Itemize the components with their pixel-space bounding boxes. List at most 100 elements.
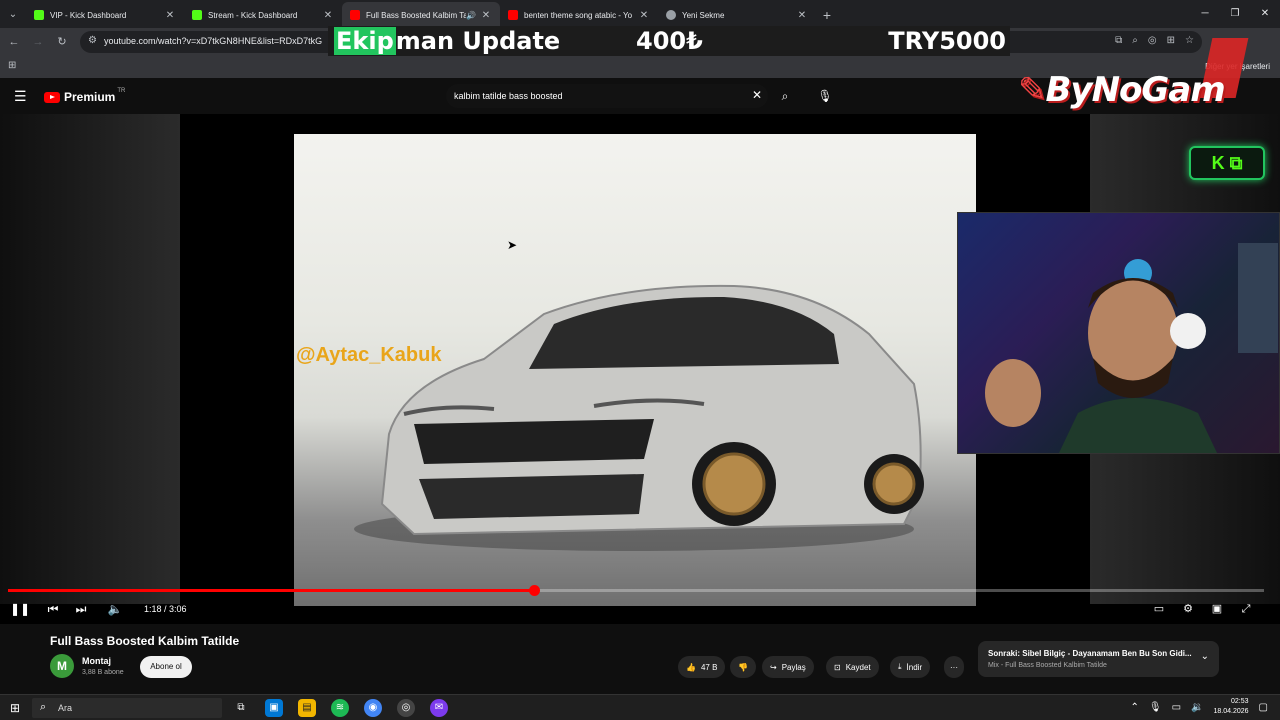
photos-app-icon[interactable]: ▣ <box>265 699 283 717</box>
goal-target-amount: TRY5000 <box>888 27 1006 55</box>
share-button[interactable]: ↪ Paylaş <box>762 656 814 678</box>
install-app-icon[interactable]: ⧉ <box>1115 35 1122 46</box>
settings-icon[interactable]: ⚙ <box>1179 600 1197 618</box>
up-next-subtitle: Mix - Full Bass Boosted Kalbim Tatilde <box>988 662 1107 669</box>
like-button[interactable]: 👍 47 B <box>678 656 726 678</box>
search-query: kalbim tatilde bass boosted <box>454 91 563 101</box>
up-next-card[interactable]: Sonraki: Sibel Bilgiç - Dayanamam Ben Bu… <box>978 641 1219 677</box>
thumbs-down-icon: 👎 <box>738 662 748 672</box>
kick-logo: K ⧉ <box>1189 146 1265 180</box>
window-controls: ─ ❐ ✕ <box>1190 0 1280 28</box>
windows-start-icon[interactable]: ⊞ <box>10 701 20 715</box>
close-tab-icon[interactable]: ✕ <box>638 10 650 21</box>
tab-title: Stream - Kick Dashboard <box>208 10 298 20</box>
microphone-icon[interactable]: 🎙 <box>812 84 838 108</box>
save-button[interactable]: ⊡ Kaydet <box>826 656 879 678</box>
tab-youtube-active[interactable]: Full Bass Boosted Kalbim Ta 🔊 ✕ <box>342 2 500 28</box>
download-button[interactable]: ⤓ İndir <box>890 656 931 678</box>
theater-mode-icon[interactable]: ▣ <box>1208 600 1226 618</box>
up-next-title: Sonraki: Sibel Bilgiç - Dayanamam Ben Bu… <box>988 649 1192 658</box>
previous-icon[interactable]: ⏮ <box>44 600 62 618</box>
close-tab-icon[interactable]: ✕ <box>322 10 334 21</box>
reload-icon[interactable]: ↻ <box>54 34 70 50</box>
video-frame[interactable] <box>294 134 976 606</box>
search-icon: ⌕ <box>40 701 47 713</box>
clear-search-icon[interactable]: ✕ <box>752 88 762 102</box>
taskbar-search[interactable]: ⌕ Ara <box>32 698 222 718</box>
channel-name[interactable]: Montaj <box>82 656 111 666</box>
tab-new[interactable]: Yeni Sekme ✕ <box>658 2 816 28</box>
eye-off-icon[interactable]: ◎ <box>1148 35 1157 46</box>
close-tab-icon[interactable]: ✕ <box>796 10 808 21</box>
chrome-icon[interactable]: ◉ <box>364 699 382 717</box>
time-display: 1:18 / 3:06 <box>144 604 187 614</box>
tab-title: benten theme song atabic - Yo <box>524 10 633 20</box>
clock[interactable]: 02:53 18.04.2026 <box>1214 697 1249 717</box>
clock-date: 18.04.2026 <box>1213 708 1249 715</box>
save-label: Kaydet <box>845 662 871 672</box>
minimize-icon[interactable]: ─ <box>1190 0 1220 28</box>
tab-search-button[interactable]: ⌄ <box>0 0 26 28</box>
new-tab-icon[interactable]: + <box>816 2 838 28</box>
ambient-left <box>0 114 180 604</box>
download-icon: ⤓ <box>898 662 902 671</box>
file-explorer-icon[interactable]: ▤ <box>298 699 316 717</box>
streamer-illustration <box>985 243 1278 453</box>
tray-expand-icon[interactable]: ⌃ <box>1131 702 1139 713</box>
dislike-button[interactable]: 👎 <box>730 656 756 678</box>
mic-tray-icon[interactable]: 🎙 <box>1149 702 1162 713</box>
translate-icon[interactable]: ⊞ <box>1167 35 1175 46</box>
like-count: 47 B <box>700 662 718 672</box>
pause-icon[interactable]: ❚❚ <box>10 600 30 618</box>
taskbar-search-placeholder: Ara <box>58 703 73 713</box>
car-illustration <box>354 284 924 551</box>
share-icon: ↪ <box>770 662 777 672</box>
back-icon[interactable]: ← <box>6 34 22 50</box>
seek-bar[interactable] <box>8 585 1264 596</box>
chevron-down-icon[interactable]: ⌄ <box>1201 651 1209 662</box>
search-icon[interactable]: ⌕ <box>772 84 798 108</box>
apps-grid-icon[interactable]: ⊞ <box>8 60 16 71</box>
bookmark-star-icon[interactable]: ☆ <box>1185 35 1194 46</box>
forward-icon[interactable]: → <box>30 34 46 50</box>
youtube-favicon-icon <box>350 10 360 20</box>
fullscreen-icon[interactable]: ⤢ <box>1237 600 1255 618</box>
zoom-icon[interactable]: ⌕ <box>1132 35 1138 46</box>
site-info-icon[interactable]: ⚙ <box>88 35 97 46</box>
network-icon[interactable]: ▭ <box>1172 702 1181 713</box>
obs-icon[interactable]: ◎ <box>397 699 415 717</box>
close-tab-icon[interactable]: ✕ <box>164 10 176 21</box>
subscribe-button[interactable]: Abone ol <box>140 656 192 678</box>
download-label: İndir <box>906 662 923 672</box>
search-input[interactable]: kalbim tatilde bass boosted ✕ <box>446 84 768 108</box>
tab-strip: ⌄ VIP - Kick Dashboard ✕ Stream - Kick D… <box>0 0 1280 28</box>
messenger-icon[interactable]: ✉ <box>430 699 448 717</box>
volume-icon[interactable]: 🔈 <box>106 600 124 618</box>
subscriber-count: 3,88 B abone <box>82 669 124 676</box>
kick-favicon-icon <box>192 10 202 20</box>
task-view-icon[interactable]: ⧉ <box>232 699 250 717</box>
spotify-icon[interactable]: ≋ <box>331 699 349 717</box>
brand-logo: ✎ByNoGam <box>1018 70 1226 110</box>
notifications-icon[interactable]: ▢ <box>1259 702 1268 713</box>
tab-benten[interactable]: benten theme song atabic - Yo ✕ <box>500 2 658 28</box>
close-tab-icon[interactable]: ✕ <box>480 10 492 21</box>
next-icon[interactable]: ⏭ <box>72 600 90 618</box>
kick-favicon-icon <box>34 10 44 20</box>
tab-stream-kick[interactable]: Stream - Kick Dashboard ✕ <box>184 2 342 28</box>
restore-icon[interactable]: ❐ <box>1220 0 1250 28</box>
channel-avatar[interactable]: M <box>50 654 74 678</box>
goal-title-highlight: Ekip <box>334 27 396 55</box>
mouse-cursor-icon: ➤ <box>507 238 518 252</box>
close-window-icon[interactable]: ✕ <box>1250 0 1280 28</box>
tab-title: VIP - Kick Dashboard <box>50 10 127 20</box>
subtitles-icon[interactable]: ▭ <box>1150 600 1168 618</box>
webcam-feed <box>957 212 1280 454</box>
youtube-logo[interactable]: Premium TR <box>44 88 125 104</box>
volume-tray-icon[interactable]: 🔉 <box>1191 702 1203 713</box>
tab-vip-kick[interactable]: VIP - Kick Dashboard ✕ <box>26 2 184 28</box>
bookmark-icon: ⊡ <box>834 662 841 672</box>
speaker-icon[interactable]: 🔊 <box>466 11 476 20</box>
more-actions-button[interactable]: ··· <box>944 656 964 678</box>
menu-icon[interactable]: ☰ <box>14 88 27 105</box>
